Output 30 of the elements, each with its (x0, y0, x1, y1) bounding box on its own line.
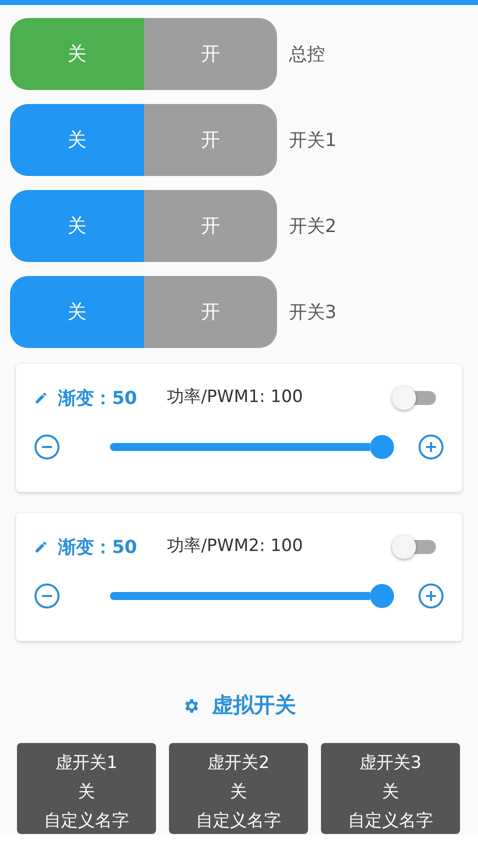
switch-segment[interactable]: 关 (10, 276, 144, 348)
toggle-switch[interactable] (392, 535, 436, 559)
switch-segment[interactable]: 关 (10, 18, 144, 90)
fade-value: 渐变：50 (58, 536, 138, 560)
pencil-icon[interactable] (34, 391, 48, 405)
power-value: 功率/PWM1: 100 (167, 386, 303, 410)
virtual-switch-button[interactable]: 虚开关1 关 自定义名字 (17, 743, 156, 834)
slider-thumb[interactable] (370, 584, 394, 608)
switch-segment[interactable]: 开 (144, 190, 277, 262)
section-title: 虚拟开关 (212, 692, 296, 720)
switch-segment[interactable]: 开 (144, 104, 277, 176)
switch-label: 开关1 (289, 128, 336, 152)
switch-label: 开关3 (289, 300, 336, 324)
switch-label: 开关2 (289, 214, 336, 238)
pencil-icon[interactable] (34, 540, 48, 554)
minus-circle-icon[interactable] (34, 434, 60, 460)
plus-circle-icon[interactable] (418, 583, 444, 609)
minus-circle-icon[interactable] (34, 583, 60, 609)
switch-segment[interactable]: 关 (10, 104, 144, 176)
toggle-switch[interactable] (392, 386, 436, 410)
virtual-switch-button[interactable]: 虚开关2 关 自定义名字 (169, 743, 308, 834)
switch-segment[interactable]: 开 (144, 276, 277, 348)
switch-segment[interactable]: 开 (144, 18, 277, 90)
plus-circle-icon[interactable] (418, 434, 444, 460)
virtual-switch-button[interactable]: 虚开关3 关 自定义名字 (321, 743, 460, 834)
fade-value: 渐变：50 (58, 386, 138, 410)
slider-thumb[interactable] (370, 435, 394, 459)
power-value: 功率/PWM2: 100 (167, 535, 303, 558)
switch-label: 总控 (289, 42, 325, 66)
switch-segment[interactable]: 关 (10, 190, 144, 262)
